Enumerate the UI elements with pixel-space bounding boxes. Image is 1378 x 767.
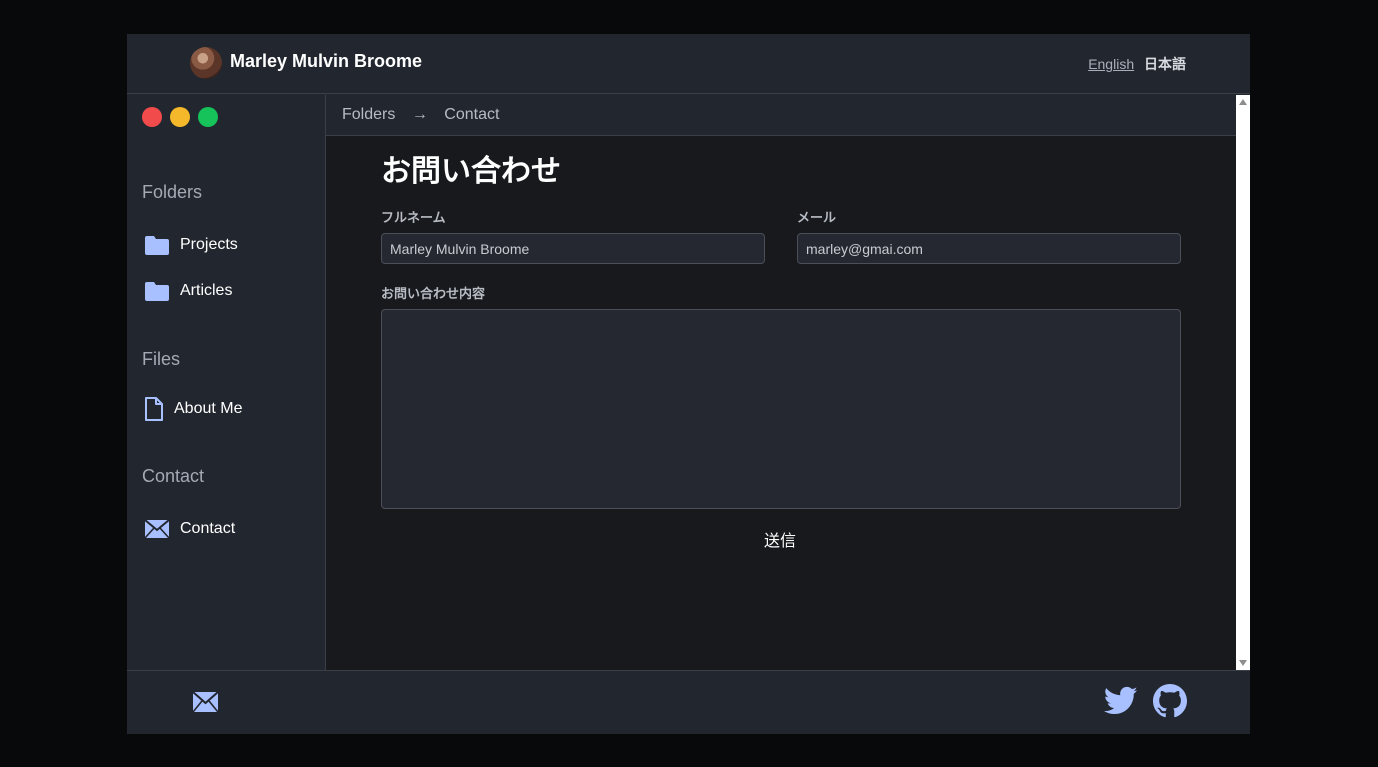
page-title: お問い合わせ xyxy=(381,155,561,188)
github-icon[interactable] xyxy=(1153,684,1187,723)
email-label: メール xyxy=(797,210,837,225)
breadcrumb-separator: → xyxy=(411,106,428,123)
sidebar-item-label: Articles xyxy=(180,282,233,299)
sidebar-item-label: Projects xyxy=(180,236,238,253)
mail-icon xyxy=(143,518,171,540)
file-icon xyxy=(143,397,165,421)
lang-japanese-link[interactable]: 日本語 xyxy=(1144,56,1186,72)
site-title[interactable]: Marley Mulvin Broome xyxy=(230,51,422,72)
message-label: お問い合わせ内容 xyxy=(381,286,486,301)
sidebar-section-files: Files xyxy=(142,349,181,369)
fullname-label: フルネーム xyxy=(381,210,446,225)
sidebar-item-articles[interactable]: Articles xyxy=(143,280,232,302)
breadcrumb-folders[interactable]: Folders xyxy=(342,106,395,123)
sidebar-section-contact: Contact xyxy=(142,466,205,486)
sidebar-item-about-me[interactable]: About Me xyxy=(143,397,243,421)
sidebar-section-folders: Folders xyxy=(142,182,203,202)
scrollbar[interactable] xyxy=(1236,95,1250,670)
folder-icon xyxy=(143,234,171,256)
scroll-down-arrow-icon[interactable] xyxy=(1239,660,1247,666)
language-switcher: English 日本語 xyxy=(1088,54,1186,74)
twitter-icon[interactable] xyxy=(1103,686,1138,721)
window-close-dot[interactable] xyxy=(142,107,162,127)
scroll-up-arrow-icon[interactable] xyxy=(1239,99,1247,105)
sidebar: Folders Projects Articles Files About Me… xyxy=(127,95,326,670)
avatar xyxy=(190,47,222,79)
sidebar-item-projects[interactable]: Projects xyxy=(143,234,238,256)
header: Marley Mulvin Broome English 日本語 xyxy=(127,34,1250,94)
message-textarea[interactable] xyxy=(381,309,1181,509)
app-window: Marley Mulvin Broome English 日本語 Folders… xyxy=(127,34,1250,734)
breadcrumb-current: Contact xyxy=(444,106,500,123)
window-maximize-dot[interactable] xyxy=(198,107,218,127)
sidebar-item-label: About Me xyxy=(174,400,243,417)
submit-button[interactable]: 送信 xyxy=(764,527,796,551)
email-input[interactable] xyxy=(797,233,1181,264)
window-minimize-dot[interactable] xyxy=(170,107,190,127)
footer xyxy=(127,670,1250,734)
folder-icon xyxy=(143,280,171,302)
mail-icon[interactable] xyxy=(192,691,219,718)
main-content: Folders → Contact お問い合わせ フルネーム メール お問い合わ… xyxy=(326,95,1236,670)
lang-english-link[interactable]: English xyxy=(1088,56,1134,72)
sidebar-item-contact[interactable]: Contact xyxy=(143,518,235,540)
fullname-input[interactable] xyxy=(381,233,765,264)
sidebar-item-label: Contact xyxy=(180,520,236,537)
breadcrumb: Folders → Contact xyxy=(326,95,1236,136)
